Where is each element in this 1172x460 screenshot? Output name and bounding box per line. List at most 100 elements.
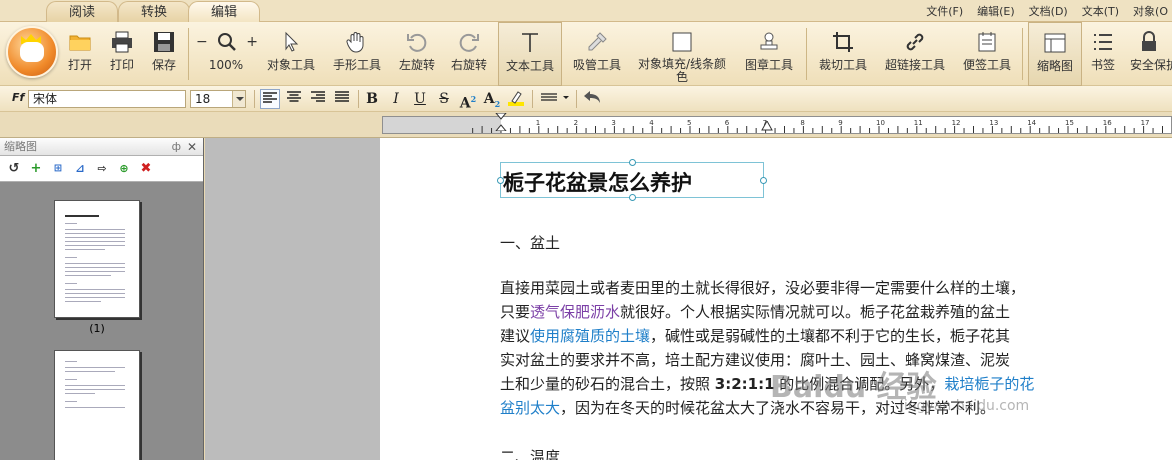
- indent-marker-icon[interactable]: [495, 113, 507, 131]
- resize-handle[interactable]: [629, 194, 636, 201]
- document-page[interactable]: 栀子花盆景怎么养护 一、盆土 直接用菜园土或者麦田里的土就长得很好，没必要非得一…: [380, 138, 1172, 460]
- menu-text[interactable]: 文本(T): [1082, 3, 1119, 19]
- paragraph-line[interactable]: 只要透气保肥沥水就很好。个人根据实际情况就可以。栀子花盆栽养殖的盆土: [500, 300, 1060, 324]
- font-size-select[interactable]: 18: [190, 90, 246, 108]
- note-icon: [978, 32, 996, 52]
- insert-page-icon[interactable]: +: [28, 161, 44, 177]
- rotate-right-icon: [459, 33, 479, 52]
- text-tool-button[interactable]: 文本工具: [498, 22, 562, 86]
- align-center-icon: [287, 91, 301, 102]
- selected-text-box[interactable]: 栀子花盆景怎么养护: [497, 159, 767, 201]
- tab-edit[interactable]: 编辑: [188, 1, 260, 22]
- object-tool-button[interactable]: 对象工具: [262, 22, 320, 86]
- rotate-page-icon[interactable]: ↺: [6, 161, 22, 177]
- subscript-button[interactable]: A2: [482, 89, 502, 109]
- save-button[interactable]: 保存: [146, 22, 182, 86]
- align-right-icon: [311, 91, 325, 102]
- align-justify-button[interactable]: [332, 89, 352, 109]
- fill-stroke-color-button[interactable]: 对象填充/线条颜色: [632, 22, 732, 86]
- crop-icon: [833, 32, 853, 52]
- text-run: 直接用菜园土或者麦田里的土就长得很好，没必要非得一定需要什么样的土壤，: [500, 279, 1026, 297]
- ruler-tick-label: 17: [1141, 119, 1150, 127]
- text-run: 土和少量的砂石的混合土，按照: [500, 375, 715, 393]
- font-family-select[interactable]: 宋体: [28, 90, 186, 108]
- hand-icon: [346, 32, 364, 53]
- chevron-down-icon[interactable]: [232, 91, 245, 107]
- line-spacing-icon: [541, 93, 569, 101]
- ribbon-separator: [1022, 28, 1023, 80]
- open-button[interactable]: 打开: [62, 22, 98, 86]
- close-icon[interactable]: ✕: [187, 138, 197, 156]
- sticky-note-tool-button[interactable]: 便签工具: [956, 22, 1018, 86]
- section-heading[interactable]: 一、盆土: [500, 232, 560, 253]
- ruler-tick-label: 4: [649, 119, 654, 127]
- replace-page-icon[interactable]: ⊿: [72, 161, 88, 177]
- strikethrough-button[interactable]: S: [434, 89, 454, 109]
- insert-from-file-icon[interactable]: ⊞: [50, 161, 66, 177]
- lock-icon: [1142, 31, 1156, 51]
- align-right-button[interactable]: [308, 89, 328, 109]
- extract-page-icon[interactable]: ⇨: [94, 161, 110, 177]
- stamp-tool-button[interactable]: 图章工具: [740, 22, 798, 86]
- ribbon-toolbar: 打开 打印 保存 − + 100% 对象工具 手形工具 左旋转 右旋转 文本工具…: [0, 22, 1172, 86]
- security-button[interactable]: 安全保护: [1126, 22, 1172, 86]
- undo-button[interactable]: [582, 89, 602, 109]
- pin-icon[interactable]: ф: [172, 138, 181, 156]
- document-title[interactable]: 栀子花盆景怎么养护: [503, 167, 692, 197]
- highlighter-icon: [508, 91, 524, 106]
- page-thumbnail[interactable]: [54, 200, 140, 318]
- hand-tool-button[interactable]: 手形工具: [328, 22, 386, 86]
- split-page-icon[interactable]: ⊕: [116, 161, 132, 177]
- ruler-bar: 1 2 3 4 5 6 7 8 9 10 11 12 13 14 15 16 17: [0, 112, 1172, 138]
- ruler-tick-label: 9: [838, 119, 842, 127]
- thumbnail-panel-header: 缩略图 ф ✕: [0, 138, 203, 156]
- crop-tool-button[interactable]: 裁切工具: [814, 22, 872, 86]
- menu-object[interactable]: 对象(O: [1133, 3, 1168, 19]
- ruler-tick-label: 5: [687, 119, 691, 127]
- ruler-tick-label: 3: [611, 119, 615, 127]
- bold-button[interactable]: B: [362, 89, 382, 109]
- ruler-tick-label: 16: [1103, 119, 1112, 127]
- text-run: 就很好。个人根据实际情况就可以。栀子花盆栽养殖的盆土: [620, 303, 1011, 321]
- square-outline-icon: [672, 32, 692, 52]
- rotate-left-button[interactable]: 左旋转: [394, 22, 440, 86]
- section-heading[interactable]: 二、温度: [500, 446, 560, 460]
- align-center-button[interactable]: [284, 89, 304, 109]
- horizontal-ruler[interactable]: 1 2 3 4 5 6 7 8 9 10 11 12 13 14 15 16 17: [382, 113, 1172, 134]
- menu-file[interactable]: 文件(F): [926, 3, 963, 19]
- line-spacing-button[interactable]: [540, 89, 572, 109]
- menu-edit[interactable]: 编辑(E): [977, 3, 1015, 19]
- align-left-button[interactable]: [260, 89, 280, 109]
- eyedropper-tool-button[interactable]: 吸管工具: [568, 22, 626, 86]
- eyedropper-icon: [588, 32, 607, 51]
- resize-handle[interactable]: [629, 159, 636, 166]
- superscript-button[interactable]: A2: [458, 89, 478, 112]
- app-logo-icon[interactable]: [6, 26, 58, 78]
- zoom-level[interactable]: 100%: [200, 22, 252, 86]
- text-run: 3:2:1:1: [714, 375, 775, 393]
- tab-convert[interactable]: 转换: [118, 1, 190, 22]
- paragraph-line[interactable]: 建议使用腐殖质的土壤，碱性或是弱碱性的土壤都不利于它的生长，栀子花其: [500, 324, 1060, 348]
- resize-handle[interactable]: [497, 177, 504, 184]
- ruler-tick-label: 6: [725, 119, 730, 127]
- ruler-tick-label: 11: [914, 119, 923, 127]
- highlight-button[interactable]: [506, 89, 526, 109]
- align-left-icon: [263, 92, 277, 103]
- resize-handle[interactable]: [760, 177, 767, 184]
- rotate-right-button[interactable]: 右旋转: [446, 22, 492, 86]
- thumbnails-toggle-button[interactable]: 缩略图: [1028, 22, 1082, 86]
- ruler-tick-label: 2: [574, 119, 578, 127]
- page-thumbnail[interactable]: [54, 350, 140, 460]
- italic-button[interactable]: I: [386, 89, 406, 109]
- toolbar-separator: [532, 90, 533, 108]
- paragraph-line[interactable]: 直接用菜园土或者麦田里的土就长得很好，没必要非得一定需要什么样的土壤，: [500, 276, 1060, 300]
- print-button[interactable]: 打印: [104, 22, 140, 86]
- tab-read[interactable]: 阅读: [46, 1, 118, 22]
- right-indent-marker-icon[interactable]: [761, 121, 773, 131]
- menu-document[interactable]: 文档(D): [1029, 3, 1068, 19]
- hyperlink-tool-button[interactable]: 超链接工具: [880, 22, 950, 86]
- delete-page-icon[interactable]: ✖: [138, 161, 154, 177]
- bookmarks-button[interactable]: 书签: [1086, 22, 1120, 86]
- underline-button[interactable]: U: [410, 89, 430, 109]
- highlighted-text: 使用腐殖质的土壤: [530, 327, 651, 345]
